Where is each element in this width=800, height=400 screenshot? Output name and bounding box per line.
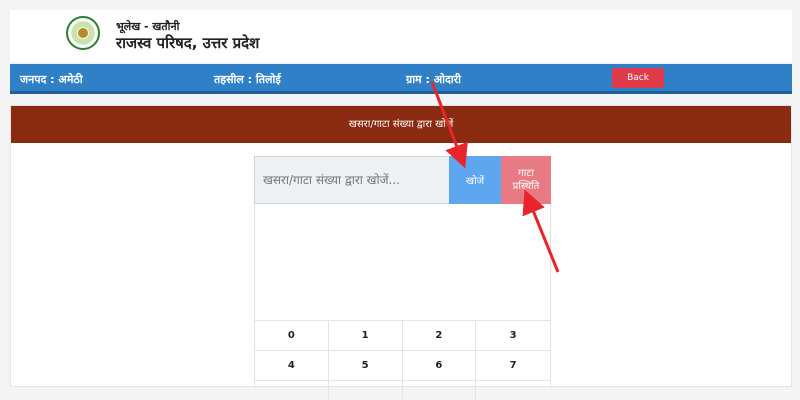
- khasra-search-input[interactable]: [254, 156, 450, 204]
- number-pad-key[interactable]: [328, 380, 403, 400]
- emblem-center: [78, 28, 88, 38]
- district-label: जनपद : अमेठी: [20, 73, 83, 86]
- village-label: ग्राम : ओदारी: [406, 73, 461, 86]
- number-pad-key[interactable]: 6: [402, 350, 477, 380]
- number-pad-key[interactable]: 3: [476, 320, 550, 350]
- search-button[interactable]: खोजें: [449, 156, 501, 204]
- back-button[interactable]: Back: [612, 68, 664, 88]
- number-pad-key[interactable]: 7: [476, 350, 550, 380]
- brand-subtitle: भूलेख - खतौनी: [116, 20, 180, 33]
- brand-title: राजस्व परिषद, उत्तर प्रदेश: [116, 34, 260, 52]
- number-pad-key[interactable]: 5: [328, 350, 403, 380]
- number-pad-key[interactable]: 1: [328, 320, 403, 350]
- search-card-title: खसरा/गाटा संख्या द्वारा खोजें: [11, 106, 791, 143]
- search-card: खसरा/गाटा संख्या द्वारा खोजें खोजें गाटा…: [10, 105, 792, 400]
- location-info-bar: जनपद : अमेठी तहसील : तिलोई ग्राम : ओदारी…: [10, 64, 792, 94]
- number-pad-key[interactable]: 4: [255, 350, 329, 380]
- number-pad-key[interactable]: [402, 380, 477, 400]
- number-pad: 0 1 2 3 4 5 6 7: [255, 320, 550, 400]
- number-pad-key[interactable]: [255, 380, 329, 400]
- number-pad-key[interactable]: 0: [255, 320, 329, 350]
- emblem-icon: [66, 16, 100, 50]
- results-panel: 0 1 2 3 4 5 6 7: [254, 204, 551, 400]
- number-pad-key[interactable]: 2: [402, 320, 477, 350]
- tehsil-label: तहसील : तिलोई: [214, 73, 281, 86]
- number-pad-key[interactable]: [476, 380, 550, 400]
- plot-status-button[interactable]: गाटा प्रस्थिति: [501, 156, 551, 204]
